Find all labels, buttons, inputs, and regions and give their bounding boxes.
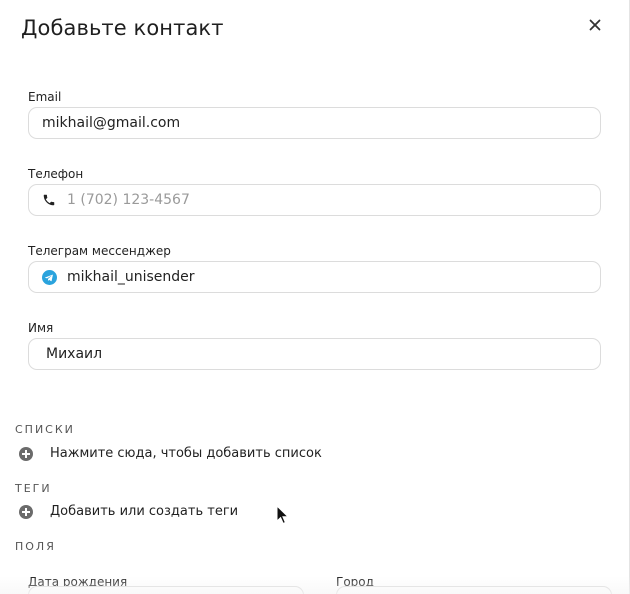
add-tags-label: Добавить или создать теги (50, 504, 239, 519)
close-button[interactable] (586, 16, 604, 34)
add-list-label: Нажмите сюда, чтобы добавить список (50, 446, 322, 461)
tags-heading: ТЕГИ (15, 482, 52, 495)
fields-heading: ПОЛЯ (15, 540, 56, 553)
add-contact-dialog: Добавьте контакт Email mikhail@gmail.com… (0, 0, 630, 594)
phone-field[interactable]: 1 (702) 123-4567 (28, 184, 601, 216)
phone-label: Телефон (28, 167, 84, 181)
lists-heading: СПИСКИ (15, 423, 75, 436)
email-label: Email (28, 90, 62, 104)
plus-circle-icon (19, 504, 33, 519)
dialog-title: Добавьте контакт (21, 16, 224, 40)
birthdate-field[interactable] (28, 586, 304, 594)
add-list-button[interactable]: Нажмите сюда, чтобы добавить список (19, 446, 322, 461)
name-value: Михаил (46, 346, 103, 362)
telegram-field[interactable]: mikhail_unisender (28, 261, 601, 293)
mouse-pointer-icon (276, 504, 290, 525)
telegram-label: Телеграм мессенджер (28, 244, 171, 258)
telegram-icon (41, 269, 57, 285)
add-tags-button[interactable]: Добавить или создать теги (19, 504, 238, 519)
plus-circle-icon (19, 446, 33, 461)
name-field[interactable]: Михаил (28, 338, 601, 370)
email-value: mikhail@gmail.com (42, 115, 181, 131)
phone-icon (41, 192, 57, 208)
name-label: Имя (28, 321, 54, 335)
email-field[interactable]: mikhail@gmail.com (28, 107, 601, 139)
city-field[interactable] (336, 586, 612, 594)
telegram-value: mikhail_unisender (67, 269, 195, 285)
phone-placeholder: 1 (702) 123-4567 (67, 192, 190, 208)
close-icon (589, 19, 601, 31)
